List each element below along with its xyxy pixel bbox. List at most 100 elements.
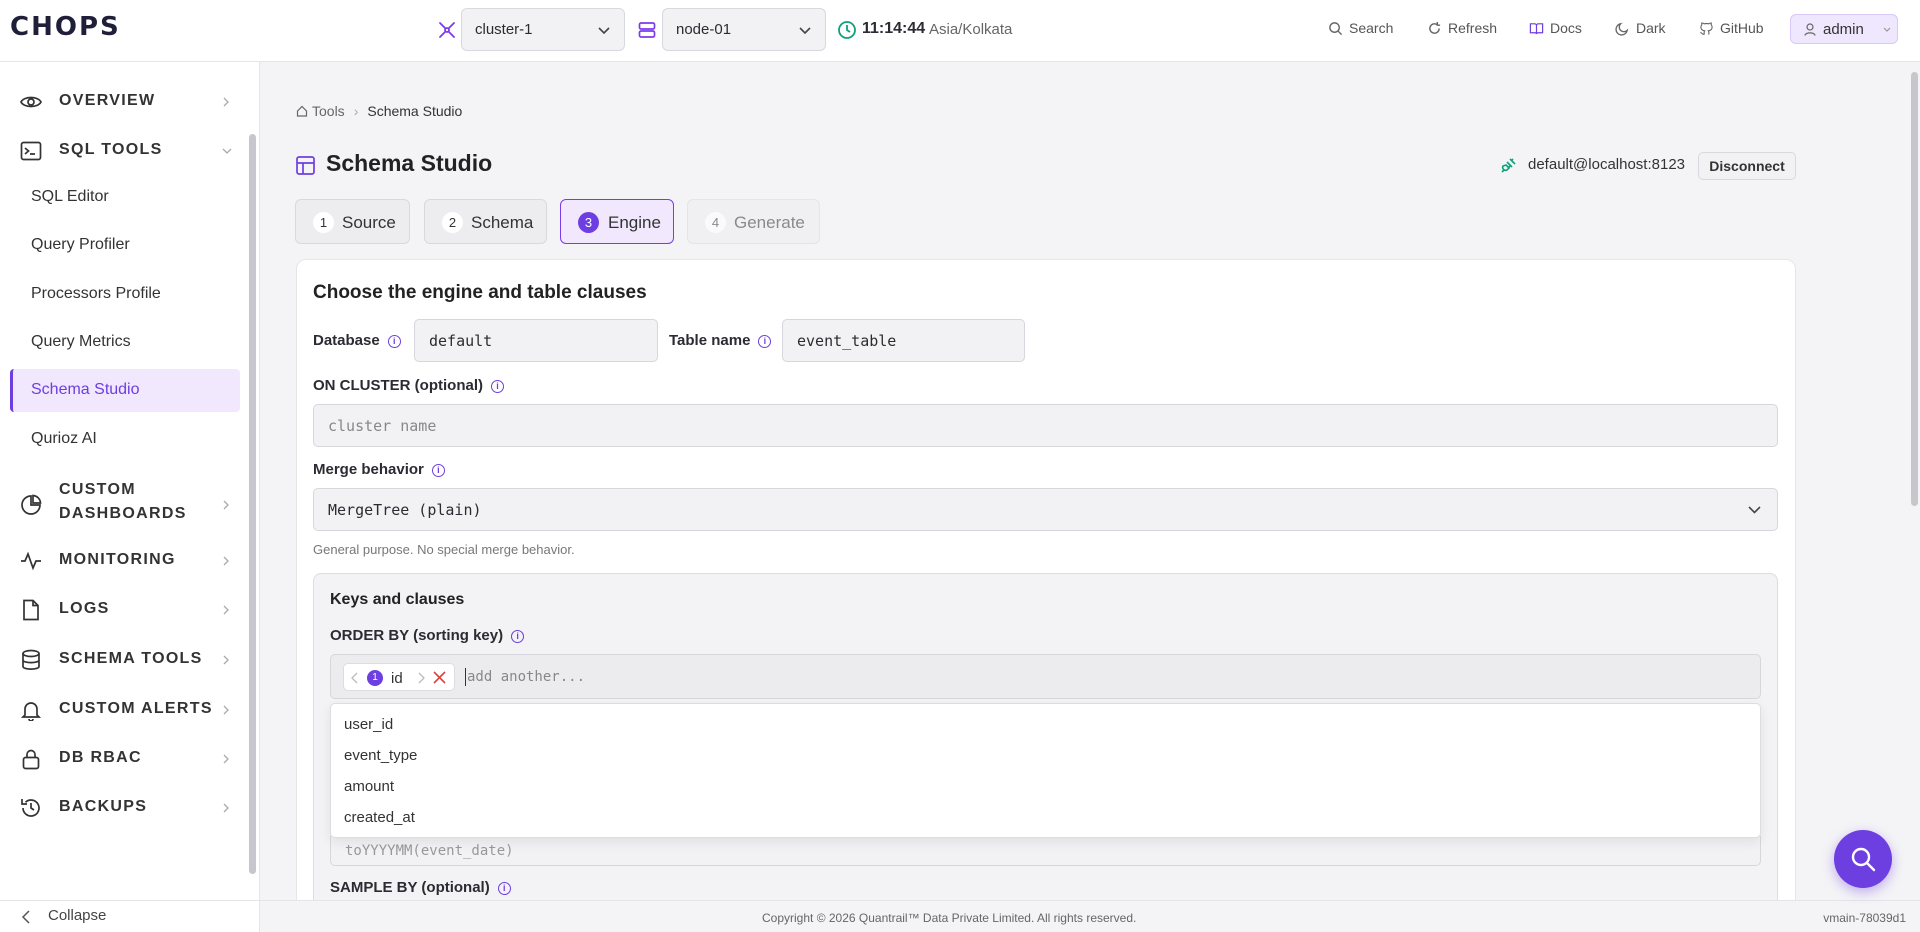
on-cluster-label: ON CLUSTER (optional) i: [313, 377, 504, 394]
section-heading: Choose the engine and table clauses: [313, 282, 647, 303]
cluster-icon: [439, 22, 455, 38]
database-label: Database i: [313, 332, 401, 349]
search-link[interactable]: Search: [1328, 20, 1393, 36]
info-icon[interactable]: i: [431, 463, 445, 477]
cluster-value: cluster-1: [475, 21, 533, 38]
table-name-label: Table name i: [669, 332, 772, 349]
order-by-tag-input[interactable]: 1 id add another...: [330, 654, 1761, 699]
close-icon[interactable]: [433, 671, 446, 684]
chevron-right-icon: [223, 97, 229, 107]
user-icon: [1804, 23, 1816, 36]
sidebar-item-overview[interactable]: OVERVIEW: [0, 82, 250, 122]
merge-behavior-label: Merge behavior i: [313, 461, 445, 478]
sidebar-sub-quarioz-ai[interactable]: Qurioz AI: [31, 430, 97, 448]
chip-order-number: 1: [367, 670, 383, 686]
disconnect-button[interactable]: Disconnect: [1698, 152, 1796, 180]
sidebar-item-backups[interactable]: BACKUPS: [0, 788, 250, 828]
sidebar-sub-schema-studio[interactable]: Schema Studio: [31, 381, 140, 399]
github-icon: [1700, 21, 1713, 35]
refresh-icon: [1429, 21, 1441, 34]
version: vmain-78039d1: [1823, 911, 1906, 925]
table-name-input[interactable]: event_table: [782, 319, 1025, 362]
search-label: Search: [1349, 20, 1394, 36]
chevron-right-icon: [223, 705, 229, 715]
sidebar-sub-query-metrics[interactable]: Query Metrics: [31, 333, 131, 351]
dropdown-option[interactable]: amount: [344, 778, 394, 795]
info-icon[interactable]: i: [387, 334, 401, 348]
merge-behavior-select[interactable]: MergeTree (plain): [313, 488, 1778, 531]
refresh-link[interactable]: Refresh: [1427, 20, 1497, 36]
user-name: admin: [1823, 21, 1864, 38]
clock-icon: [838, 21, 856, 39]
chevron-left-icon[interactable]: [351, 672, 358, 684]
sidebar-item-label: DASHBOARDS: [59, 505, 187, 522]
main-scrollbar[interactable]: [1911, 72, 1918, 506]
collapse-button[interactable]: Collapse: [0, 900, 260, 932]
order-by-chip[interactable]: 1 id: [343, 663, 455, 691]
sidebar-sub-processors-profile[interactable]: Processors Profile: [31, 285, 161, 303]
sidebar-item-label: LOGS: [59, 600, 110, 617]
sidebar-item-label: DB RBAC: [59, 749, 142, 766]
sidebar-item-custom-dashboards[interactable]: CUSTOM DASHBOARDS: [0, 477, 250, 533]
info-icon[interactable]: i: [490, 379, 504, 393]
info-icon[interactable]: i: [758, 334, 772, 348]
refresh-label: Refresh: [1448, 20, 1498, 36]
sidebar-sub-sql-editor[interactable]: SQL Editor: [31, 188, 109, 206]
dropdown-option[interactable]: created_at: [344, 809, 415, 826]
docs-link[interactable]: Docs: [1529, 20, 1582, 36]
order-by-dropdown: user_id event_type amount created_at: [330, 703, 1761, 838]
info-icon[interactable]: i: [511, 629, 525, 643]
sample-by-label: SAMPLE BY (optional) i: [330, 879, 511, 896]
user-menu[interactable]: admin: [1790, 14, 1898, 44]
order-by-label: ORDER BY (sorting key) i: [330, 627, 525, 644]
moon-icon: [1615, 22, 1629, 36]
github-link[interactable]: GitHub: [1699, 20, 1764, 36]
sidebar-item-schema-tools[interactable]: SCHEMA TOOLS: [0, 640, 250, 680]
node-select[interactable]: node-01: [662, 8, 826, 51]
keys-heading: Keys and clauses: [330, 591, 465, 608]
plug-connected-icon: [1501, 158, 1516, 173]
chevron-right-icon: [223, 803, 229, 813]
dropdown-option[interactable]: user_id: [344, 716, 393, 733]
step-source[interactable]: 1 Source: [295, 199, 410, 244]
chevron-down-icon: [222, 148, 232, 154]
chevron-down-icon: [799, 27, 811, 35]
sidebar-item-sql-tools[interactable]: SQL TOOLS: [0, 131, 250, 171]
node-value: node-01: [676, 21, 732, 38]
on-cluster-input[interactable]: cluster name: [313, 404, 1778, 447]
step-number: 2: [442, 212, 463, 233]
text-cursor: [465, 668, 466, 686]
docs-label: Docs: [1550, 20, 1582, 36]
pie-chart-icon: [21, 494, 42, 515]
dropdown-option[interactable]: event_type: [344, 747, 417, 764]
partition-input[interactable]: toYYYYMM(event_date): [330, 836, 1761, 866]
table-icon: [296, 156, 315, 175]
cluster-select[interactable]: cluster-1: [461, 8, 625, 51]
database-input[interactable]: default: [414, 319, 658, 362]
on-cluster-label-text: ON CLUSTER (optional): [313, 377, 483, 394]
app-logo[interactable]: CHOPS: [10, 12, 121, 42]
sidebar-item-logs[interactable]: LOGS: [0, 590, 250, 630]
database-label-text: Database: [313, 332, 380, 349]
step-schema[interactable]: 2 Schema: [424, 199, 547, 244]
chevron-right-icon[interactable]: [418, 672, 425, 684]
step-label: Generate: [734, 213, 805, 232]
chevron-right-icon: [223, 556, 229, 566]
dark-mode-toggle[interactable]: Dark: [1615, 20, 1666, 36]
search-icon: [1851, 847, 1876, 872]
floating-search-button[interactable]: [1834, 830, 1892, 888]
sidebar-item-custom-alerts[interactable]: CUSTOM ALERTS: [0, 690, 250, 730]
sidebar-item-db-rbac[interactable]: DB RBAC: [0, 739, 250, 779]
file-icon: [23, 599, 39, 621]
sidebar-item-monitoring[interactable]: MONITORING: [0, 541, 250, 581]
breadcrumb-separator: ›: [353, 103, 359, 119]
info-icon[interactable]: i: [497, 881, 511, 895]
merge-behavior-label-text: Merge behavior: [313, 461, 424, 478]
breadcrumb-tools[interactable]: Tools: [312, 103, 345, 119]
step-engine[interactable]: 3 Engine: [560, 199, 674, 244]
sidebar-sub-query-profiler[interactable]: Query Profiler: [31, 236, 130, 254]
chevron-down-icon: [1748, 506, 1761, 514]
copyright: Copyright © 2026 Quantrail™ Data Private…: [762, 911, 1137, 925]
sidebar-scrollbar[interactable]: [249, 134, 256, 874]
step-generate[interactable]: 4 Generate: [687, 199, 820, 244]
